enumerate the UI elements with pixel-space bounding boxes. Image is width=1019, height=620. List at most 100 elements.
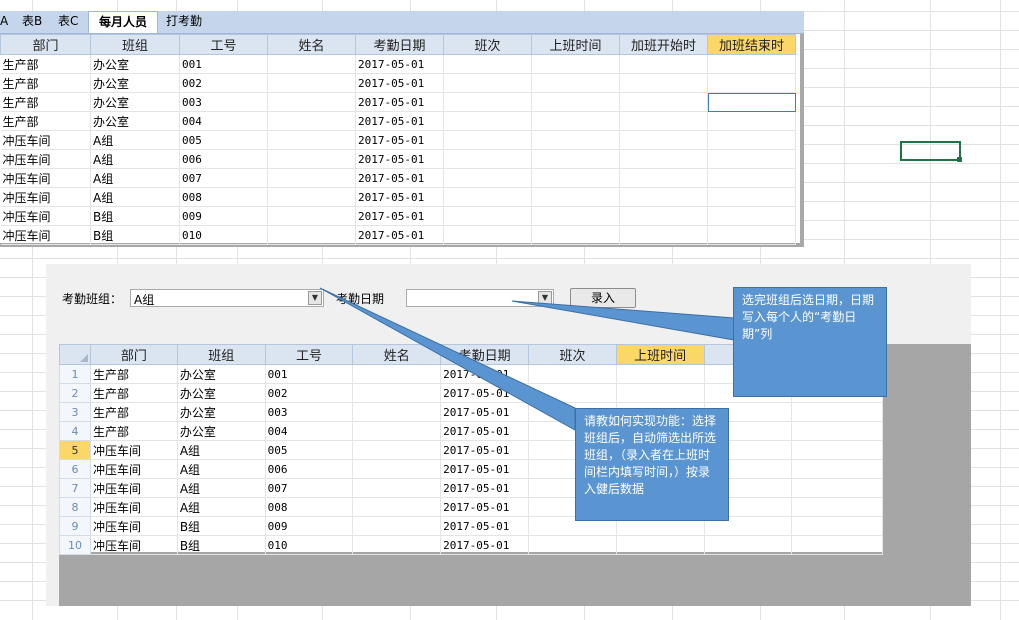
cell-ot-start[interactable] — [619, 149, 708, 169]
form-header-name[interactable]: 姓名 — [352, 344, 442, 365]
cell-date[interactable]: 2017-05-01 — [355, 73, 444, 93]
cell-ot-start[interactable] — [619, 73, 708, 93]
sheet-tab-b[interactable]: 表B — [22, 11, 52, 33]
cell-ot-end[interactable] — [707, 225, 796, 245]
cell-shift[interactable] — [528, 535, 617, 555]
cell-name[interactable] — [267, 168, 356, 188]
cell-empno[interactable]: 001 — [265, 364, 354, 384]
cell-name[interactable] — [352, 440, 442, 460]
cell-team[interactable]: 办公室 — [90, 73, 180, 93]
form-header-shift[interactable]: 班次 — [528, 344, 617, 365]
cell-empno[interactable]: 005 — [265, 440, 354, 460]
team-combobox[interactable]: A组 ▼ — [130, 289, 324, 307]
cell-dept[interactable]: 冲压车间 — [0, 149, 91, 169]
cell-team[interactable]: A组 — [90, 130, 180, 150]
cell-extra[interactable] — [791, 478, 883, 498]
cell-extra[interactable] — [791, 535, 883, 555]
top-header-start-time[interactable]: 上班时间 — [531, 34, 620, 55]
cell-ot-end[interactable] — [707, 187, 796, 207]
row-header[interactable]: 4 — [59, 421, 91, 441]
cell-date[interactable]: 2017-05-01 — [355, 206, 444, 226]
cell-dept[interactable]: 生产部 — [0, 73, 91, 93]
cell-ot[interactable] — [704, 535, 793, 555]
cell-dept[interactable]: 冲压车间 — [0, 206, 91, 226]
sheet-tab-attendance[interactable]: 打考勤 — [166, 11, 216, 33]
cell-empno[interactable]: 008 — [179, 187, 268, 207]
cell-date[interactable]: 2017-05-01 — [355, 54, 444, 74]
top-header-date[interactable]: 考勤日期 — [355, 34, 444, 55]
cell-name[interactable] — [267, 73, 356, 93]
row-header[interactable]: 3 — [59, 402, 91, 422]
cell-team[interactable]: 办公室 — [177, 383, 266, 403]
cell-date[interactable]: 2017-05-01 — [440, 402, 530, 422]
row-header[interactable]: 2 — [59, 383, 91, 403]
cell-date[interactable]: 2017-05-01 — [440, 516, 530, 536]
cell-extra[interactable] — [791, 402, 883, 422]
cell-date[interactable]: 2017-05-01 — [355, 111, 444, 131]
cell-start[interactable] — [531, 168, 620, 188]
cell-ot-start[interactable] — [619, 206, 708, 226]
row-header[interactable]: 8 — [59, 497, 91, 517]
cell-name[interactable] — [267, 111, 356, 131]
cell-empno[interactable]: 008 — [265, 497, 354, 517]
cell-ot-start[interactable] — [619, 168, 708, 188]
cell-name[interactable] — [352, 421, 442, 441]
chevron-down-icon[interactable]: ▼ — [308, 291, 322, 305]
cell-team[interactable]: B组 — [177, 516, 266, 536]
cell-shift[interactable] — [443, 73, 532, 93]
cell-date[interactable]: 2017-05-01 — [355, 225, 444, 245]
cell-team[interactable]: 办公室 — [177, 402, 266, 422]
cell-name[interactable] — [267, 149, 356, 169]
row-header[interactable]: 6 — [59, 459, 91, 479]
cell-ot-start[interactable] — [619, 130, 708, 150]
cell-date[interactable]: 2017-05-01 — [355, 168, 444, 188]
cell-dept[interactable]: 冲压车间 — [0, 130, 91, 150]
cell-empno[interactable]: 007 — [265, 478, 354, 498]
cell-dept[interactable]: 冲压车间 — [90, 440, 178, 460]
cell-date[interactable]: 2017-05-01 — [355, 149, 444, 169]
cell-start[interactable] — [531, 187, 620, 207]
cell-start[interactable] — [616, 383, 705, 403]
top-header-shift[interactable]: 班次 — [443, 34, 532, 55]
cell-team[interactable]: B组 — [90, 225, 180, 245]
cell-ot-end[interactable] — [707, 130, 796, 150]
cell-date[interactable]: 2017-05-01 — [355, 130, 444, 150]
cell-dept[interactable]: 冲压车间 — [90, 459, 178, 479]
row-header[interactable]: 10 — [59, 535, 91, 555]
cell-start[interactable] — [531, 111, 620, 131]
cell-start[interactable] — [531, 54, 620, 74]
cell-ot-end[interactable] — [707, 54, 796, 74]
cell-empno[interactable]: 009 — [179, 206, 268, 226]
cell-shift[interactable] — [443, 168, 532, 188]
cell-ot-start[interactable] — [619, 225, 708, 245]
cell-start[interactable] — [616, 535, 705, 555]
cell-shift[interactable] — [443, 187, 532, 207]
sheet-tab-a[interactable]: A — [0, 11, 14, 33]
cell-ot-start[interactable] — [619, 187, 708, 207]
cell-date[interactable]: 2017-05-01 — [440, 364, 530, 384]
cell-team[interactable]: A组 — [177, 478, 266, 498]
cell-extra[interactable] — [791, 497, 883, 517]
cell-dept[interactable]: 生产部 — [90, 383, 178, 403]
cell-date[interactable]: 2017-05-01 — [355, 92, 444, 112]
cell-shift[interactable] — [443, 130, 532, 150]
cell-dept[interactable]: 生产部 — [0, 111, 91, 131]
cell-dept[interactable]: 冲压车间 — [90, 535, 178, 555]
cell-team[interactable]: 办公室 — [177, 421, 266, 441]
top-header-ot-end[interactable]: 加班结束时 — [707, 34, 796, 55]
cell-team[interactable]: 办公室 — [177, 364, 266, 384]
cell-name[interactable] — [267, 187, 356, 207]
chevron-down-icon[interactable]: ▼ — [538, 291, 552, 305]
cell-start[interactable] — [531, 92, 620, 112]
cell-date[interactable]: 2017-05-01 — [440, 440, 530, 460]
cell-dept[interactable]: 生产部 — [0, 54, 91, 74]
cell-dept[interactable]: 冲压车间 — [0, 225, 91, 245]
cell-start[interactable] — [531, 225, 620, 245]
cell-shift[interactable] — [528, 383, 617, 403]
cell-dept[interactable]: 冲压车间 — [90, 478, 178, 498]
cell-ot-start[interactable] — [619, 92, 708, 112]
top-header-ot-start[interactable]: 加班开始时 — [619, 34, 708, 55]
cell-dept[interactable]: 生产部 — [90, 421, 178, 441]
cell-ot-start[interactable] — [619, 111, 708, 131]
sheet-tab-monthly-staff[interactable]: 每月人员 — [88, 11, 158, 33]
